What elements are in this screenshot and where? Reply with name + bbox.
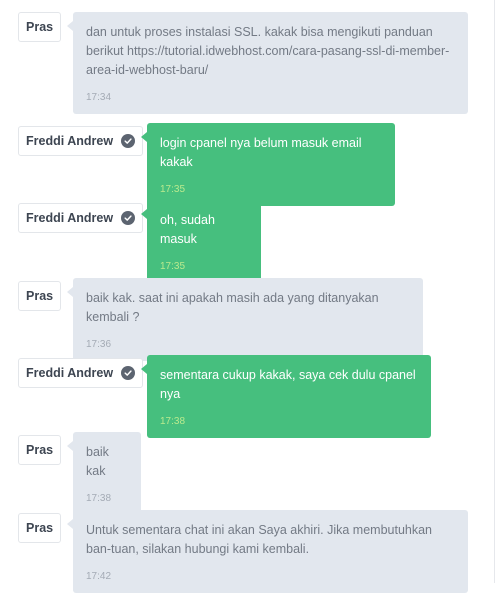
message-time: 17:35 [160,261,186,272]
sender-name: Pras [26,289,54,303]
verified-check-icon [121,211,136,225]
message-bubble: login cpanel nya belum masuk email kakak… [141,123,395,206]
message-time: 17:38 [160,416,186,427]
message-time: 17:36 [86,339,112,350]
message-time: 17:42 [86,571,112,582]
verified-check-icon [121,366,136,380]
message-text: oh, sudah masuk [160,213,215,246]
message-bubble: oh, sudah masuk 17:35 [141,200,261,283]
sender-name: Pras [26,443,54,457]
verified-check-icon [121,134,136,148]
sender-badge: Pras [18,12,62,42]
sender-name: Freddi Andrew [26,366,114,380]
message-text: sementara cukup kakak, saya cek dulu cpa… [160,368,416,401]
sender-badge: Freddi Andrew [18,126,144,156]
sender-name: Freddi Andrew [26,211,114,225]
message-bubble: baik kak 17:38 [67,432,141,515]
sender-badge: Freddi Andrew [18,358,144,388]
sender-badge: Pras [18,513,62,543]
message-bubble: dan untuk proses instalasi SSL. kakak bi… [67,12,468,114]
sender-badge: Pras [18,435,62,465]
message-time: 17:34 [86,92,112,103]
sender-badge: Pras [18,281,62,311]
message-text: dan untuk proses instalasi SSL. kakak bi… [86,25,450,77]
sender-badge: Freddi Andrew [18,203,144,233]
message-text: baik kak. saat ini apakah masih ada yang… [86,291,379,324]
scrollbar-track [494,0,495,583]
sender-name: Pras [26,20,54,34]
message-bubble: sementara cukup kakak, saya cek dulu cpa… [141,355,431,438]
message-text: login cpanel nya belum masuk email kakak [160,136,362,169]
message-time: 17:38 [86,493,112,504]
message-text: Untuk sementara chat ini akan Saya akhir… [86,523,433,556]
message-text: baik kak [86,445,109,478]
message-bubble: Untuk sementara chat ini akan Saya akhir… [67,510,468,593]
message-bubble: baik kak. saat ini apakah masih ada yang… [67,278,423,361]
sender-name: Freddi Andrew [26,134,114,148]
sender-name: Pras [26,521,54,535]
message-time: 17:35 [160,184,186,195]
